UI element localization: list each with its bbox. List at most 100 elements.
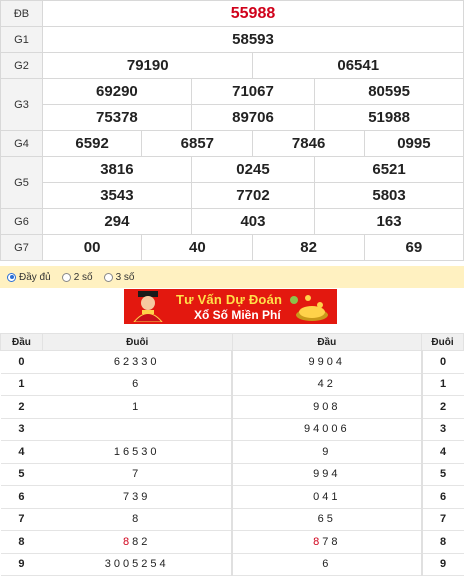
prize-value: 0245 xyxy=(190,156,316,183)
banner-subtitle: Xổ Số Miền Phí xyxy=(194,308,281,322)
dau-values: 9 xyxy=(231,440,422,464)
header-dau: Đầu xyxy=(0,333,43,351)
prize-value: 7846 xyxy=(252,130,365,157)
duoi-values: 8 xyxy=(42,508,233,531)
dau-key: 2 xyxy=(0,395,43,419)
dau-values: 65 xyxy=(231,508,422,531)
prize-value: 0995 xyxy=(363,130,464,157)
prize-value: 75378 xyxy=(42,104,192,131)
header-dau: Đầu xyxy=(231,333,423,351)
option-2-digits[interactable]: 2 số xyxy=(61,272,93,283)
duoi-values: 739 xyxy=(42,485,233,509)
dau-key: 0 xyxy=(0,350,43,374)
results-table: ĐB 55988 G1 58593 G2 79190 06541 G3 6929… xyxy=(0,0,464,261)
prize-row-g1: G1 58593 xyxy=(0,26,464,53)
option-3-digits[interactable]: 3 số xyxy=(103,272,135,283)
duoi-key: 8 xyxy=(420,530,464,554)
prize-value: 69 xyxy=(363,234,464,261)
prize-value: 82 xyxy=(252,234,365,261)
dau-values: 6 xyxy=(231,553,422,576)
highlight-digit: 8 xyxy=(313,535,323,548)
prize-value: 80595 xyxy=(314,78,464,105)
prize-value: 51988 xyxy=(314,104,464,131)
duoi-values: 1 xyxy=(42,395,233,419)
duoi-key: 0 xyxy=(420,350,464,374)
god-of-wealth-icon xyxy=(133,291,163,322)
prize-value: 7702 xyxy=(190,182,316,209)
duoi-key: 5 xyxy=(420,463,464,486)
prize-value: 58593 xyxy=(42,26,464,53)
radio-icon[interactable] xyxy=(61,272,71,282)
prize-row-g5: G5 3816 0245 6521 xyxy=(0,156,464,209)
duoi-values: 882 xyxy=(42,530,233,554)
prize-label: G6 xyxy=(0,208,43,235)
radio-icon[interactable] xyxy=(103,272,113,282)
prize-value: 00 xyxy=(41,234,143,261)
prize-value: 294 xyxy=(42,208,192,235)
prize-label: G5 xyxy=(0,156,43,209)
prize-row-g5b: 3543 7702 5803 xyxy=(1,182,464,209)
prize-label: ĐB xyxy=(0,0,43,27)
highlight-digit: 8 xyxy=(123,535,133,548)
prize-label: G2 xyxy=(0,52,43,79)
prize-row-g3b: 75378 89706 51988 xyxy=(1,104,464,131)
loto-row: 1 6 42 1 xyxy=(0,373,464,396)
dau-key: 5 xyxy=(0,463,43,486)
prize-value: 163 xyxy=(314,208,464,235)
prize-row-g3: G3 69290 71067 80595 xyxy=(0,78,464,131)
duoi-values xyxy=(42,418,233,441)
duoi-key: 6 xyxy=(420,485,464,509)
option-full[interactable]: Đầy đủ xyxy=(7,272,51,283)
dau-key: 3 xyxy=(0,418,43,441)
duoi-key: 7 xyxy=(420,508,464,531)
prediction-banner[interactable]: Tư Vấn Dự Đoán Xổ Số Miền Phí xyxy=(124,289,337,324)
dau-key: 1 xyxy=(0,373,43,396)
prize-row-g6: G6 294 403 163 xyxy=(0,208,464,235)
prize-value: 40 xyxy=(141,234,254,261)
prize-value: 403 xyxy=(190,208,316,235)
prize-value: 3543 xyxy=(42,182,192,209)
loto-table: Đầu Đuôi Đầu Đuôi 0 62330 9904 0 1 6 42 … xyxy=(0,333,464,576)
duoi-key: 1 xyxy=(420,373,464,396)
header-duoi: Đuôi xyxy=(41,333,233,351)
dau-values: 42 xyxy=(231,373,422,396)
duoi-key: 4 xyxy=(420,440,464,464)
duoi-key: 2 xyxy=(420,395,464,419)
loto-row: 6 739 041 6 xyxy=(0,485,464,509)
prize-value: 69290 xyxy=(42,78,192,105)
duoi-values: 62330 xyxy=(42,350,233,374)
loto-row: 7 8 65 7 xyxy=(0,508,464,531)
duoi-values: 16530 xyxy=(42,440,233,464)
dau-key: 6 xyxy=(0,485,43,509)
prize-row-g4: G4 6592 6857 7846 0995 xyxy=(0,130,464,157)
prize-value: 6521 xyxy=(314,156,464,183)
radio-selected-icon[interactable] xyxy=(7,272,16,282)
header-duoi: Đuôi xyxy=(421,333,464,351)
duoi-key: 3 xyxy=(420,418,464,441)
prize-value: 6857 xyxy=(141,130,254,157)
banner-title: Tư Vấn Dự Đoán xyxy=(176,292,283,307)
loto-row: 5 7 994 5 xyxy=(0,463,464,486)
prize-row-db: ĐB 55988 xyxy=(0,0,464,27)
prize-label: G7 xyxy=(0,234,43,261)
duoi-key: 9 xyxy=(420,553,464,576)
loto-row: 8 882 878 8 xyxy=(0,530,464,554)
prize-label: G3 xyxy=(0,78,43,131)
prize-value: 5803 xyxy=(314,182,464,209)
loto-header-row: Đầu Đuôi Đầu Đuôi xyxy=(0,333,464,351)
dau-values: 878 xyxy=(231,530,422,554)
dau-key: 7 xyxy=(0,508,43,531)
prize-value: 3816 xyxy=(42,156,192,183)
prize-value: 79190 xyxy=(41,52,254,79)
loto-row: 9 3005254 6 9 xyxy=(0,553,464,576)
loto-row: 4 16530 9 4 xyxy=(0,440,464,464)
prize-value: 89706 xyxy=(190,104,316,131)
display-options: Đầy đủ 2 số 3 số xyxy=(0,266,464,288)
dau-key: 9 xyxy=(0,553,43,576)
dau-values: 908 xyxy=(231,395,422,419)
prize-row-g2: G2 79190 06541 xyxy=(0,52,464,79)
duoi-values: 6 xyxy=(42,373,233,396)
gold-coins-icon xyxy=(290,295,328,321)
loto-row: 3 94006 3 xyxy=(0,418,464,441)
prize-value: 6592 xyxy=(41,130,143,157)
